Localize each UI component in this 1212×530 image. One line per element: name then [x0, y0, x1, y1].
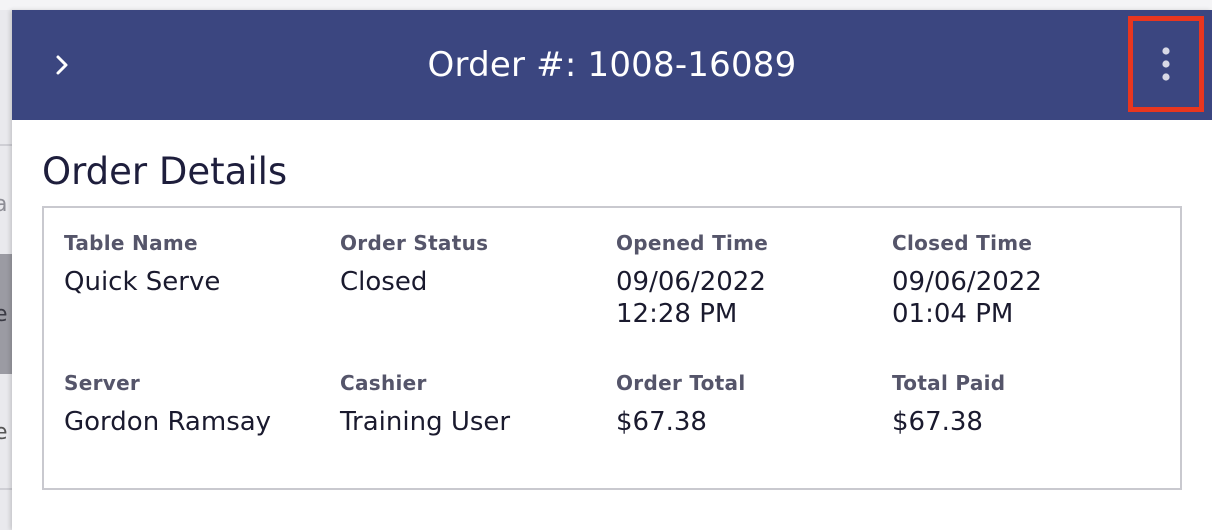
- opened-time-field: Opened Time 09/06/2022 12:28 PM: [616, 230, 876, 330]
- opened-time: 12:28 PM: [616, 299, 738, 329]
- background-divider: [0, 488, 12, 490]
- opened-time-value: 09/06/2022 12:28 PM: [616, 266, 876, 330]
- order-details-card: Table Name Quick Serve Order Status Clos…: [42, 206, 1182, 490]
- closed-time-value: 09/06/2022 01:04 PM: [892, 266, 1152, 330]
- table-name-label: Table Name: [64, 231, 198, 255]
- collapse-drawer-button[interactable]: [42, 45, 82, 85]
- opened-time-label: Opened Time: [616, 231, 769, 255]
- order-status-value: Closed: [340, 267, 428, 297]
- background-page-top: [0, 0, 1212, 10]
- background-text-fragment: a: [0, 192, 8, 217]
- server-value: Gordon Ramsay: [64, 407, 272, 437]
- order-status-label: Order Status: [340, 231, 489, 255]
- order-status-field: Order Status Closed: [340, 230, 600, 298]
- order-details-heading: Order Details: [42, 150, 288, 193]
- server-label: Server: [64, 371, 141, 395]
- order-total-field: Order Total $67.38: [616, 370, 876, 438]
- background-page: a e e: [0, 10, 12, 530]
- total-paid-label: Total Paid: [892, 371, 1006, 395]
- order-total-value: $67.38: [616, 407, 707, 437]
- table-name-value: Quick Serve: [64, 267, 221, 297]
- total-paid-field: Total Paid $67.38: [892, 370, 1152, 438]
- cashier-label: Cashier: [340, 371, 427, 395]
- table-name-field: Table Name Quick Serve: [64, 230, 324, 298]
- server-field: Server Gordon Ramsay: [64, 370, 324, 438]
- closed-time: 01:04 PM: [892, 299, 1014, 329]
- background-text-fragment: e: [0, 420, 8, 445]
- cashier-value: Training User: [340, 407, 511, 437]
- order-total-label: Order Total: [616, 371, 746, 395]
- closed-time-label: Closed Time: [892, 231, 1033, 255]
- chevron-right-icon: [56, 55, 68, 75]
- order-number-title: Order #: 1008-16089: [427, 45, 797, 85]
- background-divider: [0, 144, 12, 146]
- opened-date: 09/06/2022: [616, 267, 766, 297]
- cashier-field: Cashier Training User: [340, 370, 600, 438]
- total-paid-value: $67.38: [892, 407, 983, 437]
- more-options-button[interactable]: [1128, 16, 1204, 112]
- order-drawer: Order #: 1008-16089 Order Details Table …: [12, 10, 1212, 530]
- closed-date: 09/06/2022: [892, 267, 1042, 297]
- drawer-header: Order #: 1008-16089: [12, 10, 1212, 120]
- background-text-fragment: e: [0, 302, 8, 327]
- closed-time-field: Closed Time 09/06/2022 01:04 PM: [892, 230, 1152, 330]
- more-vertical-icon: [1162, 47, 1170, 81]
